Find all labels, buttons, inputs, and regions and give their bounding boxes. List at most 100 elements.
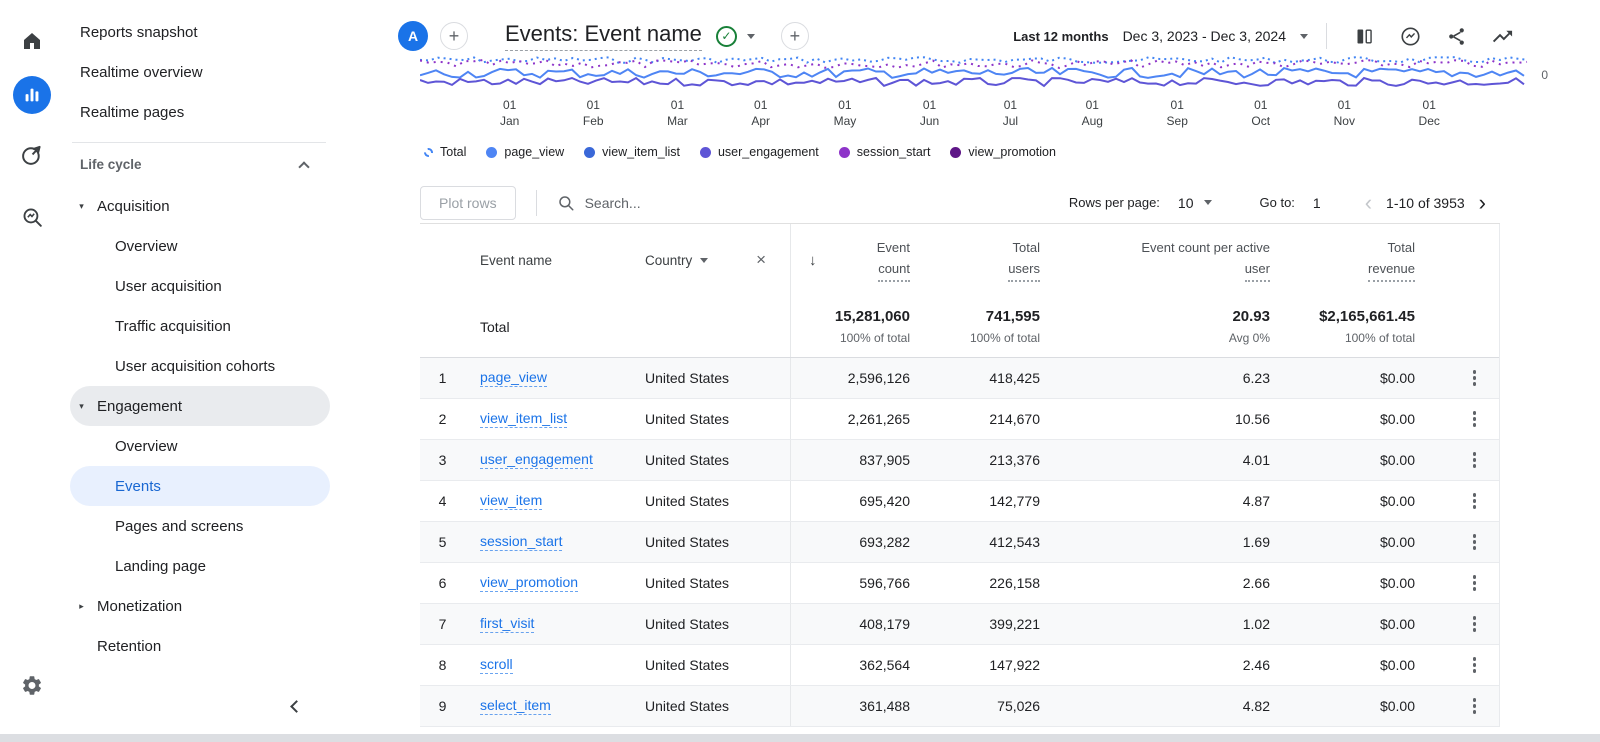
event-name-link[interactable]: view_item_list: [480, 410, 567, 429]
row-number: 5: [420, 534, 465, 550]
country-cell: United States: [630, 534, 790, 550]
advertising-icon[interactable]: [13, 136, 51, 174]
chevron-down-icon[interactable]: [747, 34, 755, 39]
row-number: 6: [420, 575, 465, 591]
next-page-icon[interactable]: ›: [1479, 192, 1486, 214]
sidebar-item[interactable]: Retention: [64, 626, 336, 666]
legend-item[interactable]: view_promotion: [950, 145, 1056, 159]
event-name-link[interactable]: first_visit: [480, 615, 534, 634]
rows-per-page-select[interactable]: 10: [1178, 195, 1212, 211]
event-name-link[interactable]: user_engagement: [480, 451, 593, 470]
goto-page-input[interactable]: 1: [1313, 195, 1321, 211]
sidebar-item[interactable]: User acquisition cohorts: [64, 346, 336, 386]
avatar[interactable]: A: [398, 21, 428, 51]
event-name-link[interactable]: select_item: [480, 697, 551, 716]
check-circle-icon[interactable]: ✓: [716, 26, 737, 47]
legend-marker-icon: [700, 147, 711, 158]
sidebar-item[interactable]: Life cycle: [72, 142, 326, 186]
legend-item[interactable]: view_item_list: [584, 145, 680, 159]
sidebar-item[interactable]: Traffic acquisition: [64, 306, 336, 346]
insights-icon[interactable]: [1397, 23, 1423, 49]
event-name-link[interactable]: scroll: [480, 656, 513, 675]
total-users-cell: 226,158: [910, 575, 1040, 591]
event-count-cell: 837,905: [790, 440, 910, 480]
events-trend-chart: 0 01 Jan 01 Feb 01 Mar: [420, 56, 1530, 159]
event-count-cell: 362,564: [790, 645, 910, 685]
plot-rows-button[interactable]: Plot rows: [420, 186, 516, 220]
sidebar-item[interactable]: Events: [70, 466, 330, 506]
total-users-cell: 142,779: [910, 493, 1040, 509]
compare-icon[interactable]: [1351, 23, 1377, 49]
column-header-total-users[interactable]: Total users: [910, 224, 1040, 296]
column-header-event-count[interactable]: ↓ Event count: [790, 224, 910, 296]
row-menu-icon[interactable]: [1469, 407, 1481, 431]
reports-sidebar: Reports snapshot Realtime overview Realt…: [64, 0, 336, 742]
search-input[interactable]: [585, 195, 805, 211]
x-axis-tick-label: 01 Feb: [583, 98, 604, 129]
event-count-per-user-cell: 2.46: [1040, 657, 1270, 673]
remove-dimension-icon[interactable]: ×: [756, 250, 766, 270]
event-name-link[interactable]: session_start: [480, 533, 562, 552]
explore-icon[interactable]: [13, 198, 51, 236]
event-count-per-user-cell: 6.23: [1040, 370, 1270, 386]
row-menu-icon[interactable]: [1469, 694, 1481, 718]
row-menu-icon[interactable]: [1469, 489, 1481, 513]
sidebar-item[interactable]: Realtime pages: [64, 92, 336, 132]
event-count-per-user-cell: 1.02: [1040, 616, 1270, 632]
sidebar-item[interactable]: Overview: [64, 226, 336, 266]
column-header-country[interactable]: Country ×: [630, 250, 790, 270]
event-count-per-user-cell: 4.01: [1040, 452, 1270, 468]
trending-explore-icon[interactable]: [1489, 23, 1515, 49]
sidebar-item[interactable]: ▾ Engagement: [70, 386, 330, 426]
event-name-link[interactable]: view_item: [480, 492, 542, 511]
legend-marker-icon: [950, 147, 961, 158]
share-icon[interactable]: [1443, 23, 1469, 49]
row-menu-icon[interactable]: [1469, 530, 1481, 554]
column-header-event-name[interactable]: Event name: [465, 253, 630, 268]
row-number: 4: [420, 493, 465, 509]
total-revenue-cell: $0.00: [1270, 534, 1415, 550]
sidebar-item[interactable]: ▸ Monetization: [64, 586, 336, 626]
x-axis-tick-label: 01 Jan: [500, 98, 519, 129]
total-revenue-cell: $0.00: [1270, 698, 1415, 714]
collapse-sidebar-button[interactable]: [280, 692, 308, 720]
legend-item[interactable]: page_view: [486, 145, 564, 159]
event-name-link[interactable]: page_view: [480, 369, 547, 388]
add-report-button[interactable]: +: [781, 22, 809, 50]
event-count-cell: 693,282: [790, 522, 910, 562]
x-axis-tick-label: 01 Nov: [1334, 98, 1355, 129]
page-title[interactable]: Events: Event name: [505, 21, 702, 51]
legend-item[interactable]: user_engagement: [700, 145, 819, 159]
sidebar-item[interactable]: Landing page: [64, 546, 336, 586]
admin-settings-icon[interactable]: [21, 674, 44, 702]
event-name-link[interactable]: view_promotion: [480, 574, 578, 593]
expand-arrow-icon: ▾: [76, 201, 87, 212]
row-menu-icon[interactable]: [1469, 653, 1481, 677]
row-menu-icon[interactable]: [1469, 366, 1481, 390]
horizontal-scrollbar[interactable]: [0, 734, 1600, 742]
reports-icon[interactable]: [13, 76, 51, 114]
legend-item[interactable]: session_start: [839, 145, 931, 159]
legend-marker-icon: [424, 148, 433, 157]
total-users-cell: 147,922: [910, 657, 1040, 673]
add-comparison-button[interactable]: +: [440, 22, 468, 50]
date-range-picker[interactable]: Dec 3, 2023 - Dec 3, 2024: [1123, 28, 1286, 44]
sidebar-item[interactable]: Overview: [64, 426, 336, 466]
row-menu-icon[interactable]: [1469, 612, 1481, 636]
legend-item[interactable]: Total: [424, 145, 466, 159]
sidebar-item[interactable]: Realtime overview: [64, 52, 336, 92]
sidebar-item[interactable]: Reports snapshot: [64, 12, 336, 52]
chevron-down-icon[interactable]: [1300, 34, 1308, 39]
column-header-total-revenue[interactable]: Total revenue: [1270, 224, 1415, 296]
home-icon[interactable]: [13, 22, 51, 60]
sidebar-item[interactable]: Pages and screens: [64, 506, 336, 546]
previous-page-icon[interactable]: ‹: [1365, 192, 1372, 214]
column-header-event-count-per-active-user[interactable]: Event count per active user: [1040, 224, 1270, 296]
event-count-cell: 2,596,126: [790, 358, 910, 398]
legend-marker-icon: [584, 147, 595, 158]
x-axis-tick-label: 01 Apr: [751, 98, 770, 129]
row-menu-icon[interactable]: [1469, 448, 1481, 472]
sidebar-item[interactable]: ▾ Acquisition: [64, 186, 336, 226]
row-menu-icon[interactable]: [1469, 571, 1481, 595]
sidebar-item[interactable]: User acquisition: [64, 266, 336, 306]
